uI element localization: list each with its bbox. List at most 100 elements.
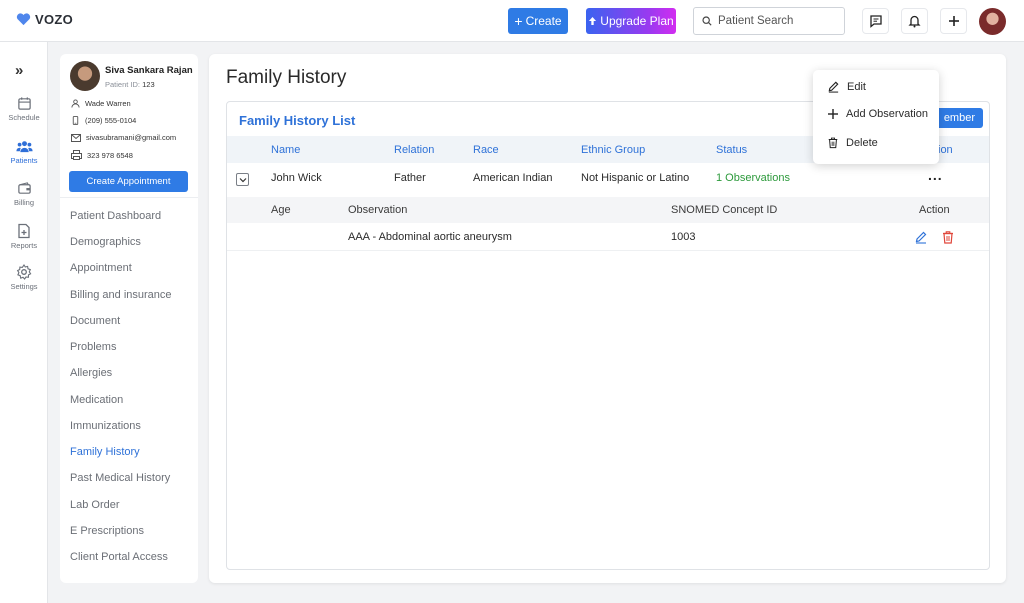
rail-item-settings[interactable]: Settings [0,264,48,291]
patient-email: sivasubramani@gmail.com [71,133,176,142]
rail-label-settings: Settings [10,282,38,291]
message-icon [869,15,882,28]
nav-item-medication[interactable]: Medication [70,394,123,406]
phone-icon [72,116,79,125]
menu-add-observation-label: Add Observation [846,108,928,120]
chevron-down-icon [239,177,246,182]
create-button-label: Create [525,14,562,28]
fax-icon [71,150,82,160]
rail-label-reports: Reports [10,241,38,250]
patient-avatar [70,61,100,91]
cell-observation: AAA - Abdominal aortic aneurysm [348,231,512,243]
nav-item-document[interactable]: Document [70,315,120,327]
upgrade-plan-label: Upgrade Plan [600,14,674,28]
gear-icon [16,264,32,280]
col-race: Race [473,144,499,156]
patient-phone: (209) 555-0104 [71,116,136,125]
observation-row: AAA - Abdominal aortic aneurysm 1003 [227,223,989,251]
report-icon [18,223,30,239]
plus-icon [948,16,959,26]
user-avatar[interactable] [979,8,1006,35]
rail-label-billing: Billing [13,198,34,207]
create-button[interactable]: + Create [508,8,568,34]
nav-item-client-portal-access[interactable]: Client Portal Access [70,551,168,563]
cell-relation: Father [394,172,426,184]
col-sub-action: Action [919,204,950,216]
more-actions-icon[interactable]: ... [928,167,943,183]
nav-item-problems[interactable]: Problems [70,341,116,353]
nav-item-immunizations[interactable]: Immunizations [70,420,141,432]
rail-item-reports[interactable]: Reports [0,223,48,250]
trash-icon [828,137,838,149]
patient-fax: 323 978 6548 [71,150,133,160]
menu-item-edit[interactable]: Edit [827,80,866,93]
nav-item-patient-dashboard[interactable]: Patient Dashboard [70,210,161,222]
search-icon [702,16,712,26]
row-actions-menu: Edit Add Observation Delete [813,70,939,164]
arrow-up-icon [589,16,597,26]
menu-item-delete[interactable]: Delete [827,136,878,149]
messages-button[interactable] [862,8,889,34]
add-button[interactable] [940,8,967,34]
patient-sidebar: Siva Sankara Rajan Patient ID: 123 Wade … [60,54,198,583]
col-snomed: SNOMED Concept ID [671,204,778,216]
nav-item-appointment[interactable]: Appointment [70,262,132,274]
nav-item-past-medical-history[interactable]: Past Medical History [70,472,170,484]
calendar-icon [17,97,31,110]
mail-icon [71,133,81,142]
notifications-button[interactable] [901,8,928,34]
edit-icon[interactable] [914,230,928,244]
top-bar: VOZO + Create Upgrade Plan Patient Searc… [0,0,1024,42]
phone-number: (209) 555-0104 [85,116,137,125]
vozo-logo[interactable]: VOZO [16,12,73,27]
users-icon [15,141,33,153]
expand-row-toggle[interactable] [236,173,249,186]
nav-item-demographics[interactable]: Demographics [70,236,141,248]
col-age: Age [271,204,291,216]
rail-item-schedule[interactable]: Schedule [0,96,48,122]
pencil-icon [828,81,839,93]
rail-item-patients[interactable]: Patients [0,139,48,165]
nav-item-lab-order[interactable]: Lab Order [70,499,120,511]
col-ethnic-group: Ethnic Group [581,144,646,156]
expand-sidebar-icon[interactable]: » [15,62,23,79]
rail-label-patients: Patients [10,156,38,165]
col-action: ion [938,144,953,156]
nav-item-family-history[interactable]: Family History [70,446,140,458]
nav-item-billing-and-insurance[interactable]: Billing and insurance [70,289,172,301]
rail-item-billing[interactable]: Billing [0,181,48,207]
col-relation: Relation [394,144,435,156]
col-observation: Observation [348,204,408,216]
search-placeholder: Patient Search [718,15,794,27]
patient-id-label: Patient ID: [105,80,141,89]
plus-icon: + [514,13,523,29]
cell-name: John Wick [271,172,322,184]
patient-id: Patient ID: 123 [105,80,155,89]
patient-name: Siva Sankara Rajan [105,65,193,76]
nav-item-allergies[interactable]: Allergies [70,367,112,379]
user-icon [71,99,80,108]
family-history-list: Family History List ember Name Relation … [226,101,990,570]
plus-icon [828,109,838,119]
patient-search-input[interactable]: Patient Search [693,7,845,35]
upgrade-plan-button[interactable]: Upgrade Plan [586,8,676,34]
cell-status[interactable]: 1 Observations [716,172,790,184]
cell-ethnic-group: Not Hispanic or Latino [581,172,690,184]
observation-header: Age Observation SNOMED Concept ID Action [227,197,989,223]
rail-label-schedule: Schedule [8,113,40,122]
left-rail: » Schedule Patients Billing Reports Sett… [0,42,48,603]
email-address: sivasubramani@gmail.com [86,133,177,142]
menu-item-add-observation[interactable]: Add Observation [827,108,928,120]
page-title: Family History [226,67,347,88]
create-appointment-button[interactable]: Create Appointment [69,171,188,192]
cell-snomed: 1003 [671,231,696,243]
nav-item-e-prescriptions[interactable]: E Prescriptions [70,525,144,537]
bell-icon [908,15,921,28]
patient-provider: Wade Warren [71,99,131,108]
patient-id-value: 123 [142,80,155,89]
delete-icon[interactable] [941,230,955,244]
col-status: Status [716,144,748,156]
divider [60,197,198,198]
menu-delete-label: Delete [846,136,878,149]
logo-text: VOZO [35,12,74,27]
